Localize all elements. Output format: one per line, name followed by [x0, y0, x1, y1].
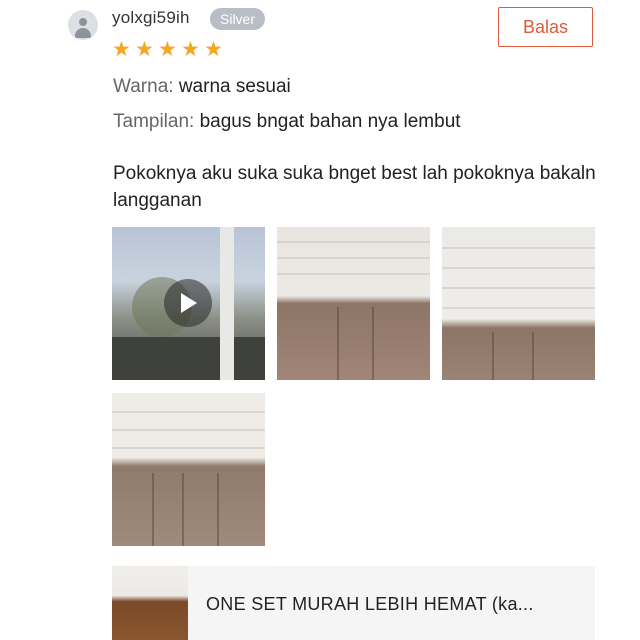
fabric-stripe: [112, 447, 265, 449]
review-video-thumbnail[interactable]: [112, 227, 265, 380]
star-icon: ★: [204, 38, 223, 61]
attribute-key: Warna:: [113, 76, 174, 97]
fabric-stripe: [277, 273, 430, 275]
skirt-pleat: [492, 332, 494, 380]
skirt-pleat: [152, 473, 154, 546]
attribute-value: bagus bngat bahan nya lembut: [199, 111, 461, 132]
reply-button[interactable]: Balas: [498, 7, 593, 47]
skirt-pleat: [337, 307, 339, 380]
skirt-pleat: [217, 473, 219, 546]
product-card[interactable]: ONE SET MURAH LEBIH HEMAT (ka...: [112, 566, 595, 640]
play-icon[interactable]: [164, 279, 212, 327]
star-icon: ★: [158, 38, 177, 61]
star-rating: ★ ★ ★ ★ ★: [112, 38, 224, 61]
avatar[interactable]: [68, 10, 98, 40]
pole-shape: [220, 227, 234, 380]
fabric-stripe: [112, 411, 265, 413]
fabric-stripe: [442, 287, 595, 289]
star-icon: ★: [181, 38, 200, 61]
fabric-stripe: [442, 307, 595, 309]
attribute-appearance: Tampilan: bagus bngat bahan nya lembut: [113, 111, 461, 133]
star-icon: ★: [112, 38, 131, 61]
avatar-body: [75, 28, 91, 38]
product-image[interactable]: [112, 566, 188, 640]
member-badge: Silver: [210, 8, 266, 30]
attribute-value: warna sesuai: [178, 76, 291, 97]
avatar-head: [79, 18, 87, 26]
review-photo-thumbnail[interactable]: [442, 227, 595, 380]
fabric-stripe: [277, 241, 430, 243]
product-title[interactable]: ONE SET MURAH LEBIH HEMAT (ka...: [206, 594, 534, 615]
star-icon: ★: [135, 38, 154, 61]
fabric-stripe: [112, 429, 265, 431]
username[interactable]: yolxgi59ih: [112, 8, 190, 28]
attribute-color: Warna: warna sesuai: [113, 76, 291, 98]
ground-shape: [112, 337, 265, 380]
skirt-pleat: [182, 473, 184, 546]
skirt-pleat: [532, 332, 534, 380]
attribute-key: Tampilan:: [113, 111, 195, 132]
skirt-pleat: [372, 307, 374, 380]
fabric-stripe: [442, 267, 595, 269]
fabric-stripe: [442, 247, 595, 249]
review-photo-thumbnail[interactable]: [112, 393, 265, 546]
review-comment: Pokoknya aku suka suka bnget best lah po…: [113, 163, 596, 211]
review-photo-thumbnail[interactable]: [277, 227, 430, 380]
fabric-stripe: [277, 257, 430, 259]
